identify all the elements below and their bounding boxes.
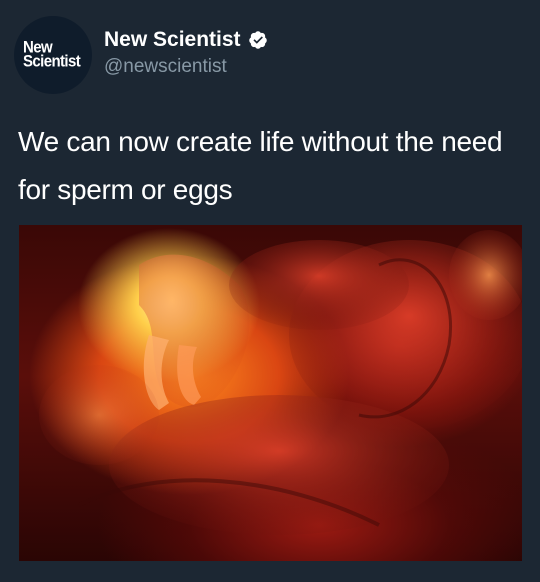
avatar[interactable]: New Scientist <box>14 16 92 94</box>
handle[interactable]: @newscientist <box>104 56 268 78</box>
author-info: New Scientist @newscientist <box>104 26 268 78</box>
display-name[interactable]: New Scientist <box>104 28 241 52</box>
tweet-image[interactable] <box>19 225 522 561</box>
tweet-text: We can now create life without the need … <box>18 126 503 205</box>
embryo-illustration <box>39 230 522 535</box>
name-row: New Scientist <box>104 26 268 54</box>
tweet-card: New Scientist New Scientist @newscientis… <box>0 0 540 582</box>
verified-badge-icon <box>248 30 268 50</box>
avatar-logo-line-2: Scientist <box>23 52 81 71</box>
